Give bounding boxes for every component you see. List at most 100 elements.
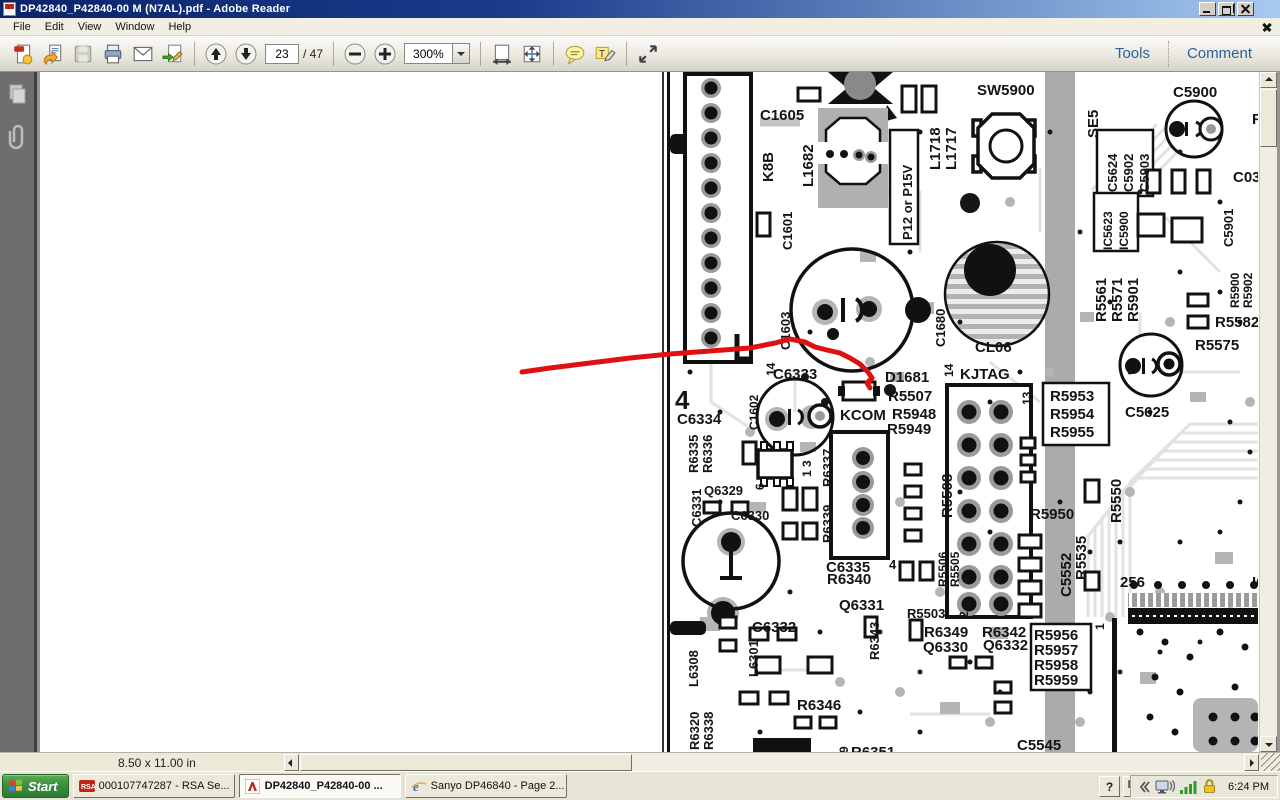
pcb-label: C6334	[677, 411, 722, 428]
red-annotation	[519, 336, 875, 391]
zoom-level-value: 300%	[413, 46, 444, 61]
open-file-icon[interactable]	[40, 41, 66, 67]
pcb-label: R5953	[1050, 388, 1094, 405]
page-number-input[interactable]	[265, 43, 299, 64]
sign-icon[interactable]	[160, 41, 186, 67]
large-ic	[1112, 581, 1258, 752]
pcb-diagram: C1605 SW5900 C5900 R5 C03 R5582 R5575 C5625 CL06…	[660, 72, 1258, 752]
clock[interactable]: 6:24 PM	[1228, 781, 1269, 793]
taskbar: Start RSA 000107747287 - RSA Se... DP42840…	[0, 771, 1280, 800]
pcb-label: P12 or P15V	[900, 165, 915, 240]
pcb-label: 13	[1020, 391, 1034, 405]
pcb-label: Q6330	[923, 639, 968, 656]
fit-page-icon[interactable]	[519, 41, 545, 67]
help-button[interactable]: ?	[1099, 776, 1120, 797]
pcb-label: R6343	[867, 622, 882, 660]
network-display-icon[interactable]	[1155, 778, 1176, 795]
svg-text:RSA: RSA	[81, 784, 95, 791]
pcb-label: C1605	[760, 107, 804, 124]
pcb-label: SW5900	[977, 82, 1035, 99]
system-tray: 6:24 PM	[1130, 775, 1278, 798]
pcb-label: R6320	[687, 712, 702, 750]
resize-grip[interactable]	[1261, 753, 1280, 772]
pcb-label: R6339	[820, 505, 835, 543]
vertical-scrollbar[interactable]	[1259, 72, 1277, 752]
menu-edit[interactable]: Edit	[38, 19, 71, 35]
scroll-right-button[interactable]	[1244, 754, 1259, 771]
inductor-L1682	[818, 108, 888, 208]
pcb-label: IC5623	[1101, 211, 1115, 250]
sticky-note-icon[interactable]	[562, 41, 588, 67]
scroll-mode-icon[interactable]	[489, 41, 515, 67]
toolbar: / 47 300% T Tools Comment	[0, 36, 1280, 72]
highlight-text-icon[interactable]: T	[592, 41, 618, 67]
pcb-label: L1718	[927, 127, 944, 170]
create-pdf-icon[interactable]	[10, 41, 36, 67]
minimize-button[interactable]	[1199, 2, 1216, 16]
document-close-icon[interactable]	[1261, 21, 1274, 34]
document-area: C1605 SW5900 C5900 R5 C03 R5582 R5575 C5625 CL06…	[0, 72, 1280, 752]
tray-icon-strip	[1137, 778, 1218, 795]
zoom-level-select[interactable]: 300%	[404, 43, 470, 64]
pcb-label: R6351	[851, 744, 895, 752]
menu-window[interactable]: Window	[108, 19, 161, 35]
pcb-label: R5571	[1109, 278, 1126, 322]
pcb-label: C1680	[933, 309, 948, 347]
title-bar: DP42840_P42840-00 M (N7AL).pdf - Adobe R…	[0, 0, 1280, 18]
scroll-down-button[interactable]	[1260, 736, 1277, 752]
pcb-label: L1717	[943, 127, 960, 170]
pages-panel-icon[interactable]	[3, 80, 31, 108]
horizontal-scrollbar[interactable]	[300, 753, 1259, 772]
menu-file[interactable]: File	[6, 19, 38, 35]
horizontal-scrollbar-thumb[interactable]	[300, 754, 632, 771]
taskbar-task-rsa[interactable]: RSA 000107747287 - RSA Se...	[72, 774, 235, 798]
collapse-chevrons-icon[interactable]	[1137, 778, 1151, 795]
pcb-label: R5508	[939, 474, 956, 518]
svg-text:T: T	[599, 48, 605, 59]
pcb-label: 4	[889, 557, 897, 572]
scroll-left-button[interactable]	[284, 754, 299, 771]
signal-bars-icon[interactable]	[1179, 778, 1197, 795]
file-tool-group	[8, 41, 188, 67]
email-icon[interactable]	[130, 41, 156, 67]
svg-text:e: e	[413, 779, 419, 794]
view-mode-group	[487, 41, 547, 67]
tools-panel-button[interactable]: Tools	[1097, 45, 1168, 62]
save-icon[interactable]	[70, 41, 96, 67]
page-up-icon[interactable]	[203, 41, 229, 67]
scroll-up-button[interactable]	[1260, 72, 1277, 88]
restore-button[interactable]	[1218, 2, 1235, 16]
pcb-label: C03	[1233, 169, 1258, 186]
zoom-out-icon[interactable]	[342, 41, 368, 67]
pcb-label: R5955	[1050, 424, 1094, 441]
paperclip-icon[interactable]	[3, 122, 31, 150]
pcb-label: R5550	[1108, 479, 1125, 523]
toolbar-separator	[194, 41, 195, 66]
pcb-label: R5	[1252, 111, 1258, 128]
chevron-down-icon[interactable]	[451, 44, 469, 63]
pcb-label: C5545	[1017, 737, 1061, 752]
pcb-label: R6338	[701, 712, 716, 750]
capacitor-C5900	[1164, 99, 1224, 159]
fullscreen-icon[interactable]	[635, 41, 661, 67]
menu-view[interactable]: View	[71, 19, 109, 35]
security-lock-icon[interactable]	[1201, 778, 1218, 795]
pcb-label: R5959	[1034, 672, 1078, 689]
comment-panel-button[interactable]: Comment	[1169, 45, 1270, 62]
close-button[interactable]	[1237, 2, 1254, 16]
switch-SW5900	[971, 112, 1037, 180]
print-icon[interactable]	[100, 41, 126, 67]
taskbar-task-adobe-pdf[interactable]: DP42840_P42840-00 ...	[238, 774, 401, 798]
window-title: DP42840_P42840-00 M (N7AL).pdf - Adobe R…	[20, 3, 291, 15]
menu-help[interactable]: Help	[161, 19, 198, 35]
start-button[interactable]: Start	[2, 774, 69, 798]
task-label: DP42840_P42840-00 ...	[264, 780, 383, 792]
taskbar-task-internet-explorer[interactable]: e Sanyo DP46840 - Page 2...	[404, 774, 567, 798]
pcb-label: 14	[942, 363, 956, 377]
vertical-scrollbar-thumb[interactable]	[1260, 89, 1277, 147]
pcb-label: L6308	[686, 650, 701, 687]
pcb-label: R5902	[1241, 272, 1255, 308]
pcb-label: R5505	[948, 551, 962, 587]
zoom-in-icon[interactable]	[372, 41, 398, 67]
page-down-icon[interactable]	[233, 41, 259, 67]
